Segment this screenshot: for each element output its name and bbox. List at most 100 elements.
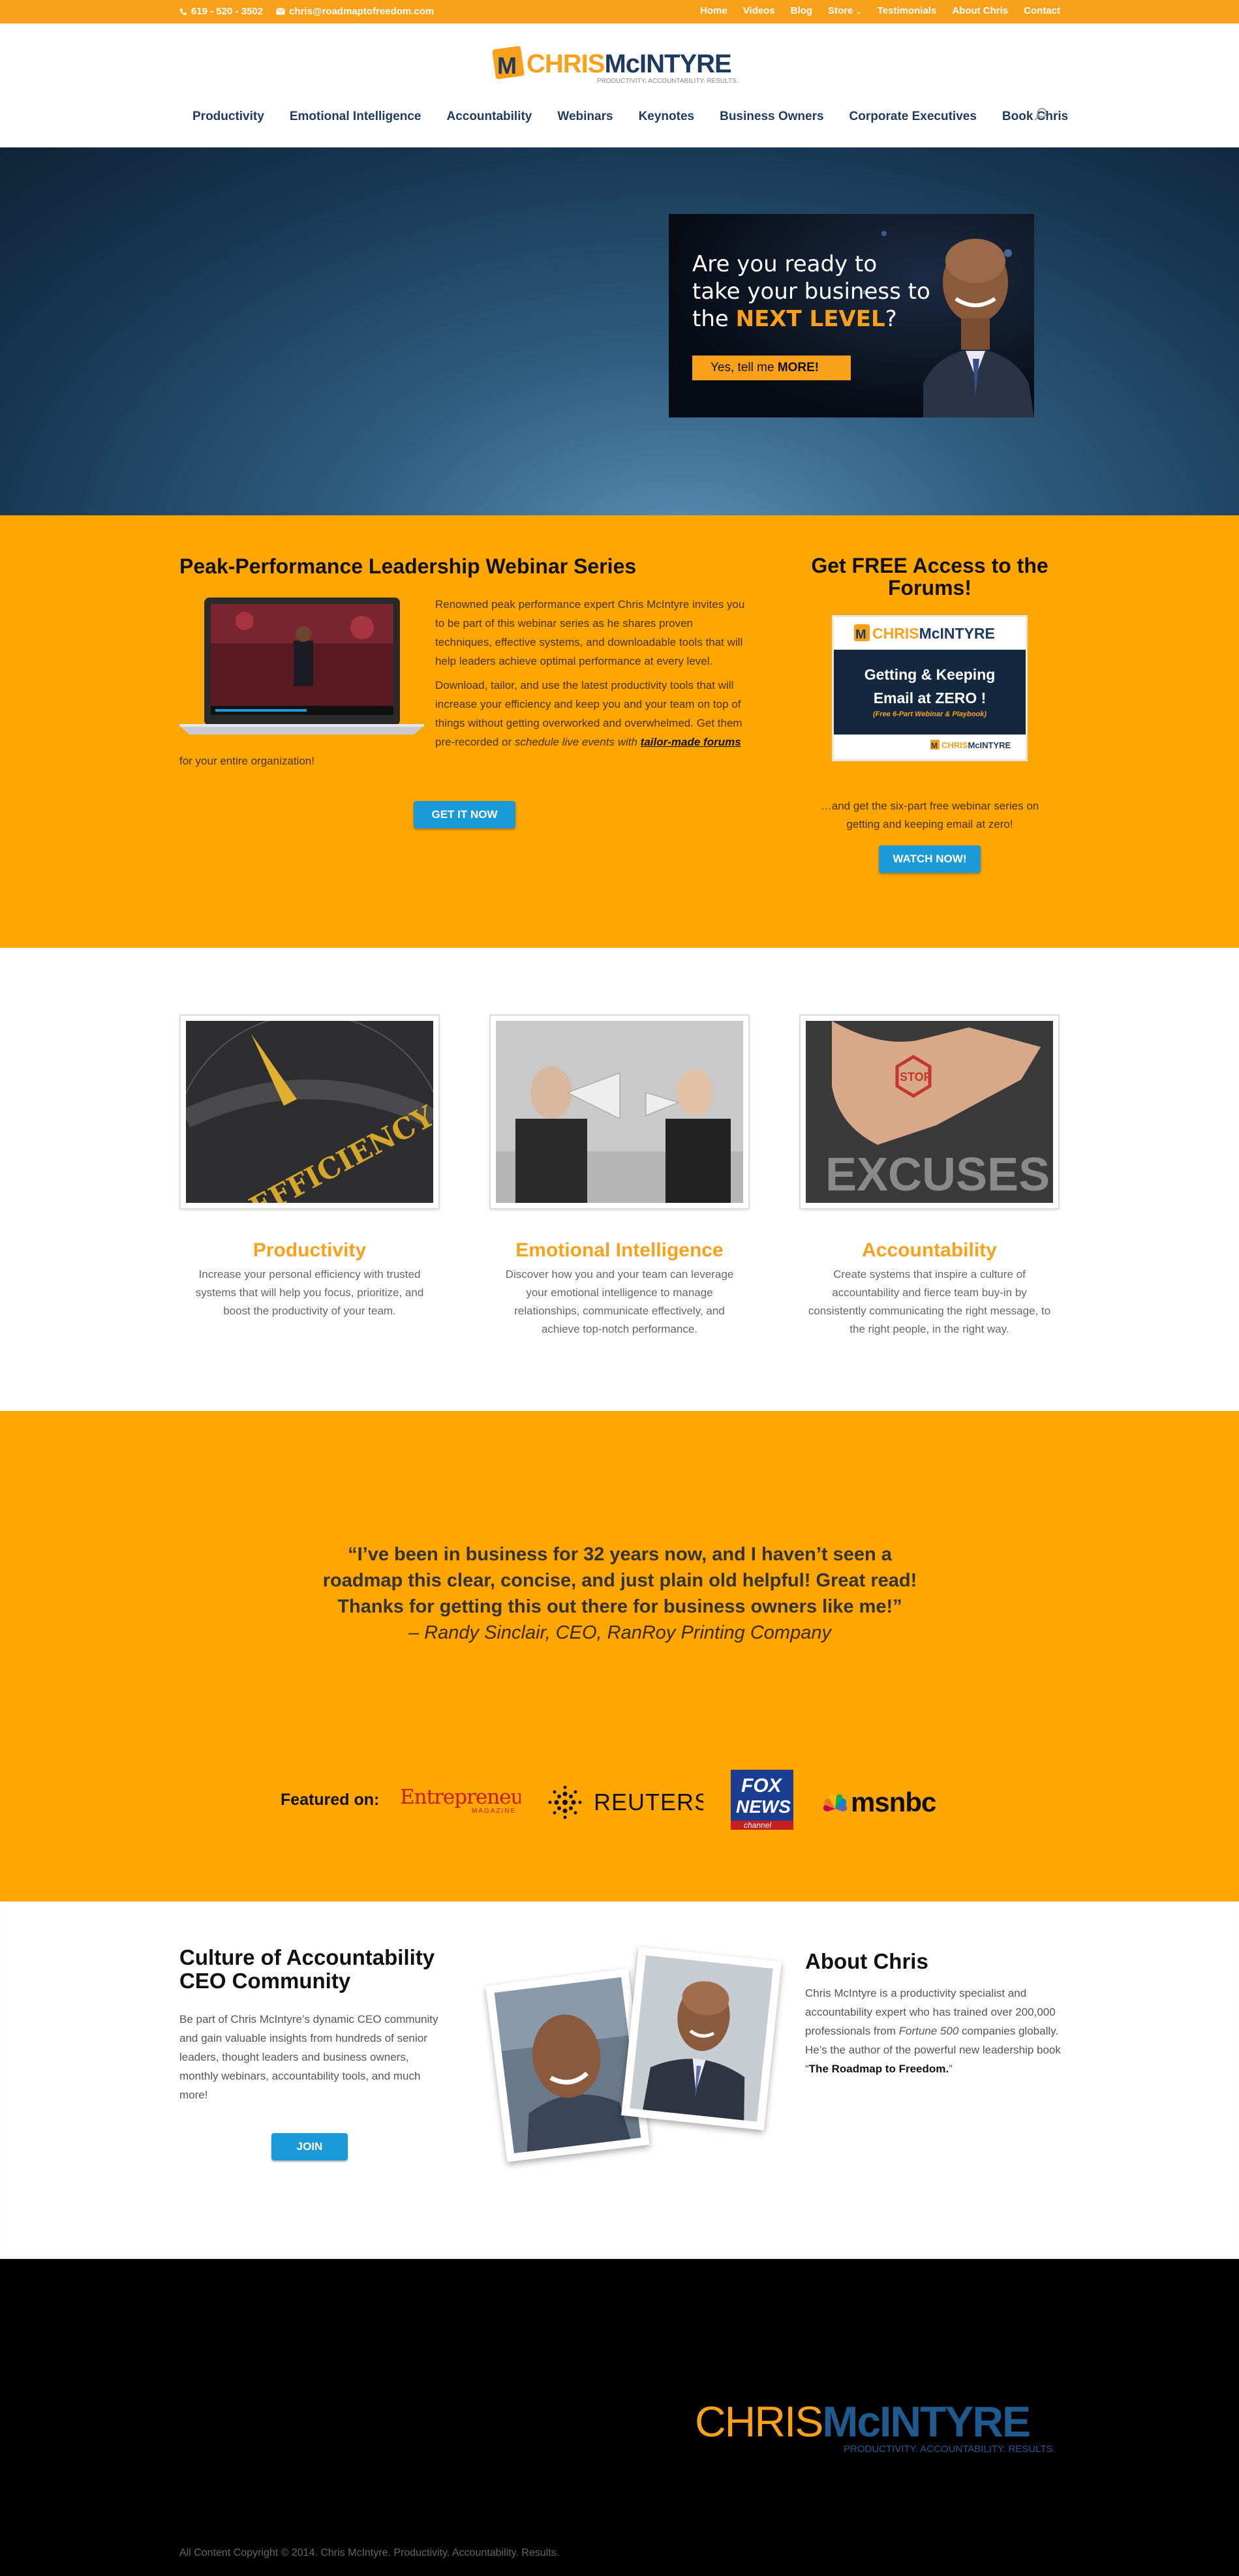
featured-on-bar: Featured on: Entrepreneur MAGAZINE REUTE… [281, 1768, 972, 1834]
promo-button-text: Yes, tell me [711, 361, 774, 374]
feature-emotional-intelligence-text: Discover how you and your team can lever… [505, 1268, 734, 1335]
about-fortune-500: Fortune 500 [898, 2025, 959, 2037]
stop-word: STOP [900, 1070, 932, 1083]
msnbc-logo: msnbc [823, 1788, 937, 1817]
forums-card-line-1: Getting & Keeping [864, 666, 996, 683]
community-title: Culture of Accountability CEO Community [179, 1945, 435, 1993]
excuses-image: STOP EXCUSES [801, 1016, 1058, 1208]
forums-title: Get FREE Access to the Forums! [811, 554, 1048, 599]
forums-card-footer-logo: M CHRISMcINTYRE [834, 735, 1026, 755]
promo-line-3a: the [692, 306, 736, 332]
logo-monogram: M [497, 52, 517, 79]
site-header: M CHRISMcINTYRE PRODUCTIVITY. ACCOUNTABI… [0, 23, 1239, 147]
promo-next-level: NEXT LEVEL [735, 306, 885, 332]
fox-news-logo: FOX NEWS channel [731, 1770, 793, 1830]
svg-text:CHRISMcINTYRE: CHRISMcINTYRE [941, 740, 1011, 750]
forums-footer-logo-first: CHRIS [941, 740, 968, 750]
logo-last: McINTYRE [604, 50, 731, 78]
watch-now-button[interactable]: WATCH NOW! [879, 845, 981, 873]
footer-logo: CHRISMcINTYRE PRODUCTIVITY. ACCOUNTABILI… [695, 2397, 1056, 2455]
msnbc-wordmark: msnbc [851, 1788, 936, 1817]
news-word: NEWS [736, 1796, 791, 1817]
logo-tagline: PRODUCTIVITY. ACCOUNTABILITY. RESULTS. [597, 78, 739, 85]
webinar-p2-b: schedule live events with [514, 736, 641, 748]
email-link[interactable]: chris@roadmaptofreedom.com [276, 6, 434, 17]
promo-line-2: take your business to [692, 279, 930, 305]
logo-first: CHRIS [527, 50, 605, 78]
chris-photo-2 [621, 1947, 782, 2130]
nav-business-owners[interactable]: Business Owners [720, 110, 823, 124]
entrepreneur-logo: Entrepreneur MAGAZINE [400, 1785, 521, 1815]
topnav-videos[interactable]: Videos [743, 5, 775, 16]
webinar-section: Peak-Performance Leadership Webinar Seri… [0, 515, 1239, 948]
about-text-e: ” [949, 2063, 953, 2075]
mail-icon [276, 8, 285, 15]
next-level-promo-banner[interactable]: Are you ready to take your business to t… [669, 214, 1034, 417]
chris-photo-1 [485, 1968, 650, 2162]
phone-link[interactable]: 619 - 520 - 3502 [179, 6, 263, 17]
testimonial-section: “I’ve been in business for 32 years now,… [0, 1411, 1239, 1902]
svg-text:CHRISMcINTYRE: CHRISMcINTYRE [695, 2397, 1030, 2446]
promo-tell-me-more-button[interactable]: Yes, tell me MORE! [692, 356, 851, 380]
svg-text:CHRISMcINTYRE: CHRISMcINTYRE [527, 50, 731, 78]
nav-webinars[interactable]: Webinars [557, 110, 613, 124]
promo-line-3c: ? [885, 306, 897, 332]
nav-keynotes[interactable]: Keynotes [639, 110, 695, 124]
promo-headline: Are you ready to take your business to t… [692, 250, 930, 333]
forums-promo-card[interactable]: M CHRISMcINTYRE Getting & Keeping Email a… [832, 615, 1028, 761]
get-it-now-button[interactable]: GET IT NOW [414, 801, 515, 828]
community-section: Culture of Accountability CEO Community … [0, 1902, 1239, 2259]
footer-logo-last: McINTYRE [822, 2397, 1030, 2446]
featured-on-label: Featured on: [281, 1791, 380, 1809]
hero-banner [0, 147, 1239, 515]
top-nav: Home Videos Blog Store ⌄ Testimonials Ab… [700, 5, 1060, 16]
about-book-title: The Roadmap to Freedom. [808, 2063, 949, 2075]
feature-emotional-intelligence-title[interactable]: Emotional Intelligence [491, 1239, 748, 1262]
topnav-contact[interactable]: Contact [1024, 5, 1060, 16]
search-icon[interactable] [1032, 106, 1049, 123]
chevron-down-icon: ⌄ [855, 8, 862, 16]
testimonial: “I’ve been in business for 32 years now,… [307, 1541, 933, 1646]
features-section: EFFICIENCY Productivity Increase your pe… [0, 948, 1239, 1411]
about-title: About Chris [805, 1949, 928, 1973]
nav-productivity[interactable]: Productivity [192, 110, 264, 124]
laptop-spacer [179, 595, 435, 735]
nav-emotional-intelligence[interactable]: Emotional Intelligence [290, 110, 421, 124]
excuses-word: EXCUSES [825, 1149, 1050, 1201]
testimonial-author: – Randy Sinclair, CEO, RanRoy Printing C… [408, 1622, 831, 1643]
contact-info: 619 - 520 - 3502 chris@roadmaptofreedom.… [179, 6, 434, 17]
chris-photos [485, 1947, 796, 2198]
ceo-community: Culture of Accountability CEO Community … [179, 1946, 440, 2104]
join-button[interactable]: JOIN [271, 2133, 348, 2160]
webinar-description: Renowned peak performance expert Chris M… [179, 595, 750, 776]
about-chris: About Chris Chris McIntyre is a producti… [805, 1950, 1063, 2078]
nav-corporate-executives[interactable]: Corporate Executives [849, 110, 977, 124]
entrepreneur-wordmark: Entrepreneur [400, 1785, 521, 1809]
topnav-testimonials[interactable]: Testimonials [878, 5, 937, 16]
site-logo[interactable]: M CHRISMcINTYRE PRODUCTIVITY. ACCOUNTABI… [492, 44, 750, 87]
footer-logo-first: CHRIS [695, 2397, 822, 2446]
feature-accountability-text: Create systems that inspire a culture of… [808, 1268, 1051, 1335]
feature-productivity: EFFICIENCY Productivity Increase your pe… [181, 1016, 438, 1320]
forums-card-logo-first: CHRIS [872, 625, 919, 642]
footer-logo-tagline: PRODUCTIVITY. ACCOUNTABILITY. RESULTS. [844, 2444, 1056, 2455]
feature-productivity-title[interactable]: Productivity [181, 1239, 438, 1262]
topnav-home[interactable]: Home [700, 5, 727, 16]
topnav-blog[interactable]: Blog [791, 5, 812, 16]
forums-footer-logo-last: McINTYRE [968, 740, 1011, 750]
reuters-logo: REUTERS [548, 1785, 703, 1819]
feature-accountability-title[interactable]: Accountability [801, 1239, 1058, 1262]
nav-accountability[interactable]: Accountability [446, 110, 532, 124]
fox-word: FOX [741, 1775, 783, 1796]
promo-line-1: Are you ready to [692, 251, 878, 277]
topnav-store[interactable]: Store ⌄ [828, 5, 862, 16]
feature-emotional-intelligence: Emotional Intelligence Discover how you … [491, 1016, 748, 1339]
topnav-about-chris[interactable]: About Chris [952, 5, 1008, 16]
top-bar: 619 - 520 - 3502 chris@roadmaptofreedom.… [0, 0, 1239, 23]
forums-card-logo-last: McINTYRE [919, 625, 995, 642]
feature-accountability: STOP EXCUSES Accountability Create syste… [801, 1016, 1058, 1339]
testimonial-quote: “I’ve been in business for 32 years now,… [322, 1544, 917, 1617]
forums-card-logo: M CHRISMcINTYRE [834, 617, 1026, 650]
tailor-made-forums-link[interactable]: tailor-made forums [641, 736, 741, 748]
community-text: Be part of Chris McIntyre’s dynamic CEO … [179, 2013, 438, 2101]
